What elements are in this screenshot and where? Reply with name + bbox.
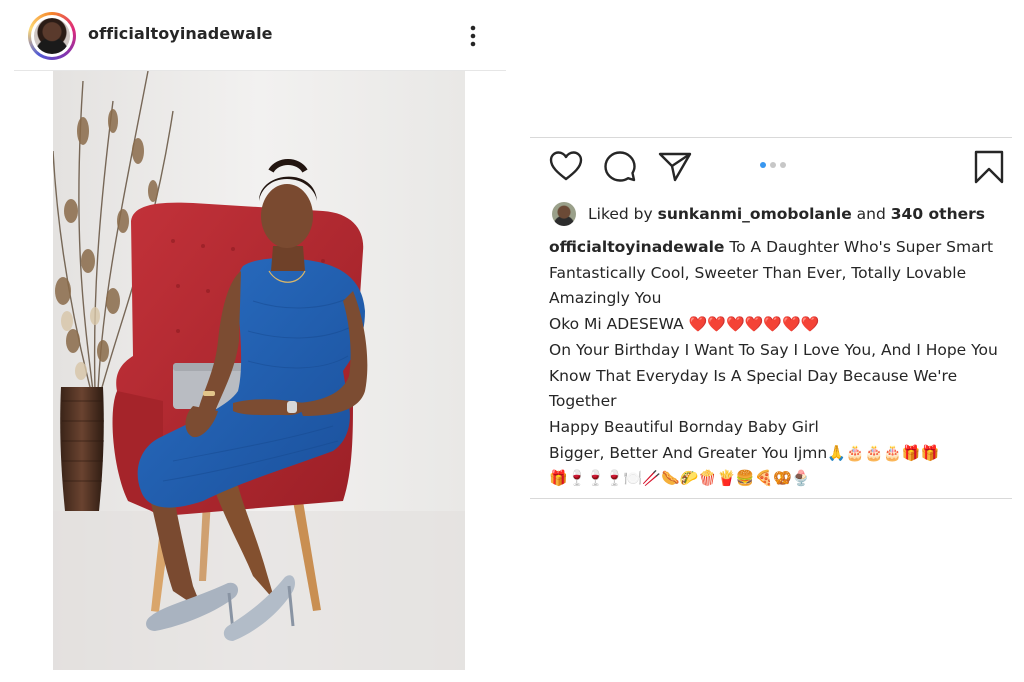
caption-line: Oko Mi ADESEWA ❤️❤️❤️❤️❤️❤️❤️ bbox=[549, 312, 1011, 338]
heart-icon bbox=[549, 151, 583, 181]
caption-line: Fantastically Cool, Sweeter Than Ever, T… bbox=[549, 263, 967, 282]
caption-line: Amazingly You bbox=[549, 289, 662, 308]
avatar[interactable] bbox=[28, 12, 76, 60]
likes-others-link[interactable]: 340 others bbox=[891, 205, 985, 223]
carousel-dot-active bbox=[760, 162, 766, 168]
heart-emojis: ❤️❤️❤️❤️❤️❤️❤️ bbox=[688, 315, 820, 334]
caption-emojis: 🎁🍷🍷🍷🍽️🥢🌭🌮🍿🍟🍔🍕🥨🍨 bbox=[549, 469, 811, 488]
more-options-button[interactable] bbox=[466, 24, 480, 48]
caption-text: To A Daughter Who's Super Smart bbox=[724, 238, 994, 256]
likes-summary: Liked by sunkanmi_omobolanle and 340 oth… bbox=[552, 202, 1002, 228]
action-bar bbox=[530, 138, 1012, 194]
caption-username[interactable]: officialtoyinadewale bbox=[549, 238, 724, 256]
instagram-post-screenshot: officialtoyinadewale Liked by sunkanmi_o… bbox=[0, 0, 1024, 682]
likes-middle: and bbox=[851, 205, 891, 223]
post-header: officialtoyinadewale bbox=[14, 8, 506, 71]
liker-username[interactable]: sunkanmi_omobolanle bbox=[658, 205, 852, 223]
post-caption: officialtoyinadewale To A Daughter Who's… bbox=[549, 235, 1011, 492]
carousel-dot bbox=[780, 162, 786, 168]
share-button[interactable] bbox=[658, 151, 692, 187]
send-icon bbox=[658, 152, 692, 182]
caption-emojis: 🙏🎂🎂🎂🎁🎁 bbox=[827, 443, 940, 462]
avatar-image bbox=[34, 18, 70, 54]
save-button[interactable] bbox=[974, 150, 1004, 188]
post-photo[interactable] bbox=[53, 71, 465, 670]
carousel-dot bbox=[770, 162, 776, 168]
avatar-frame bbox=[31, 15, 73, 57]
likes-text: Liked by sunkanmi_omobolanle and 340 oth… bbox=[588, 205, 985, 223]
post-username[interactable]: officialtoyinadewale bbox=[88, 24, 273, 43]
comment-button[interactable] bbox=[603, 150, 637, 188]
like-button[interactable] bbox=[548, 150, 584, 186]
caption-line: 🎁🍷🍷🍷🍽️🥢🌭🌮🍿🍟🍔🍕🥨🍨 bbox=[549, 466, 1011, 492]
caption-line: officialtoyinadewale To A Daughter Who's… bbox=[549, 235, 1011, 261]
post-photo-illustration bbox=[53, 71, 465, 670]
post-details-panel: Liked by sunkanmi_omobolanle and 340 oth… bbox=[530, 137, 1012, 499]
caption-line: On Your Birthday I Want To Say I Love Yo… bbox=[549, 340, 998, 359]
caption-line: Happy Beautiful Bornday Baby Girl bbox=[549, 417, 819, 436]
comment-icon bbox=[604, 151, 636, 182]
caption-line: Know That Everyday Is A Special Day Beca… bbox=[549, 366, 958, 385]
likes-prefix: Liked by bbox=[588, 205, 658, 223]
caption-text: Oko Mi ADESEWA bbox=[549, 315, 689, 334]
caption-line: Bigger, Better And Greater You Ijmn🙏🎂🎂🎂🎁… bbox=[549, 441, 1011, 467]
bookmark-icon bbox=[974, 150, 1004, 184]
carousel-indicator bbox=[760, 162, 800, 170]
liker-avatar[interactable] bbox=[552, 202, 576, 226]
caption-line: Together bbox=[549, 392, 617, 411]
caption-text: Bigger, Better And Greater You Ijmn bbox=[549, 443, 828, 462]
more-vertical-icon bbox=[470, 25, 476, 47]
